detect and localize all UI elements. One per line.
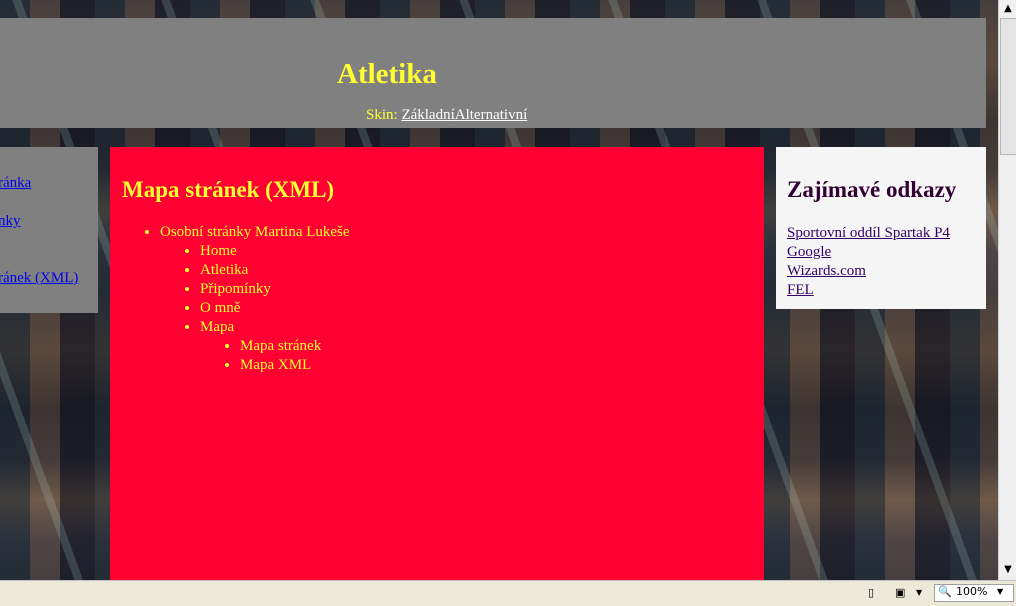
scroll-down-arrow-icon[interactable]: ▼: [1000, 562, 1016, 578]
sitemap-item-o-mne: O mně: [200, 299, 350, 318]
vertical-scrollbar[interactable]: ▲ ▼: [998, 0, 1016, 580]
interesting-links-box: Zajímavé odkazy Sportovní oddíl Spartak …: [776, 147, 986, 309]
links-list: Sportovní oddíl Spartak P4 Google Wizard…: [787, 224, 950, 300]
page-icon[interactable]: ▯: [868, 584, 874, 602]
sitemap-tree: Osobní stránky Martina Lukeše Home Atlet…: [122, 223, 350, 375]
nav-item-mapa-stranek-xml[interactable]: ránek (XML): [0, 270, 78, 287]
main-content: Mapa stránek (XML) Osobní stránky Martin…: [110, 147, 764, 580]
skin-label: Skin:: [366, 107, 398, 123]
link-spartak[interactable]: Sportovní oddíl Spartak P4: [787, 224, 950, 243]
site-title: Atletika: [337, 58, 437, 90]
sitemap-item-mapa: Mapa Mapa stránek Mapa XML: [200, 318, 350, 375]
left-navigation: ránka nky ránek (XML): [0, 147, 98, 313]
sitemap-item-mapa-stranek: Mapa stránek: [240, 337, 350, 356]
skin-alternativni-link[interactable]: Alternativní: [455, 107, 527, 123]
link-google[interactable]: Google: [787, 243, 950, 262]
sitemap-item-atletika: Atletika: [200, 261, 350, 280]
sitemap-item-pripominky: Připomínky: [200, 280, 350, 299]
skin-zakladni-link[interactable]: Základní: [401, 107, 454, 123]
security-icon[interactable]: ▣: [895, 584, 905, 602]
sitemap-item-mapa-xml: Mapa XML: [240, 356, 350, 375]
zoom-icon: 🔍: [938, 585, 952, 598]
scrollbar-thumb[interactable]: [1000, 18, 1016, 155]
chevron-down-icon[interactable]: ▼: [916, 584, 922, 602]
link-fel[interactable]: FEL: [787, 281, 950, 300]
status-bar: ▯ ▣ ▼ 🔍 100% ▼: [0, 580, 1016, 606]
zoom-level: 100%: [956, 585, 988, 598]
scroll-up-arrow-icon[interactable]: ▲: [1000, 1, 1016, 17]
nav-item-hlavni-stranka[interactable]: ránka: [0, 175, 31, 192]
nav-item-pripominky[interactable]: nky: [0, 213, 21, 230]
page-viewport: Atletika Skin: ZákladníAlternativní ránk…: [0, 0, 998, 580]
sitemap-item-root: Osobní stránky Martina Lukeše Home Atlet…: [160, 223, 350, 375]
sitemap-item-home: Home: [200, 242, 350, 261]
links-box-title: Zajímavé odkazy: [787, 177, 957, 202]
link-wizards[interactable]: Wizards.com: [787, 262, 950, 281]
zoom-control[interactable]: 🔍 100% ▼: [934, 584, 1014, 602]
zoom-dropdown-icon[interactable]: ▼: [997, 584, 1003, 600]
skin-switcher: Skin: ZákladníAlternativní: [366, 107, 527, 124]
page-title: Mapa stránek (XML): [122, 177, 335, 202]
site-header: Atletika Skin: ZákladníAlternativní: [0, 18, 986, 128]
